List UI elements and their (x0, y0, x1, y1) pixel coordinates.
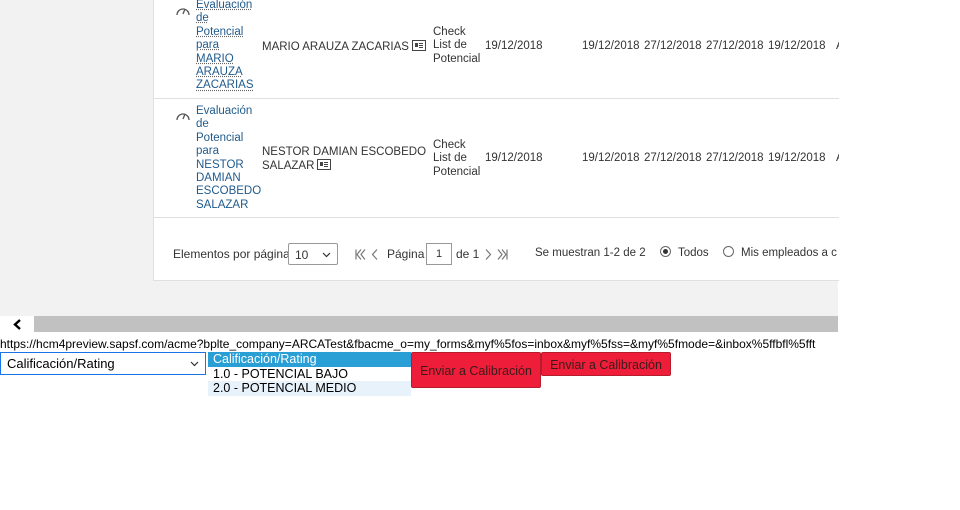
step-name: Check List de Potencial (433, 26, 481, 65)
employee-card-icon[interactable] (317, 159, 332, 171)
gauge-icon (176, 113, 190, 121)
date-cell: 19/12/2018 (582, 40, 640, 52)
step-name: Check List de Potencial (433, 139, 481, 178)
rating-option[interactable]: 1.0 - POTENCIAL BAJO (208, 366, 411, 381)
employee-name: NESTOR DAMIAN ESCOBEDO SALAZAR (262, 146, 427, 173)
employee-card-icon[interactable] (411, 40, 426, 51)
truncated-cell: A (836, 40, 839, 53)
truncated-cell: A (836, 152, 839, 165)
radio-all[interactable] (660, 246, 671, 257)
rating-dropdown-list: Calificación/Rating 1.0 - POTENCIAL BAJO… (208, 352, 411, 396)
page-label: Página (387, 247, 425, 261)
status-url: https://hcm4preview.sapsf.com/acme?bplte… (0, 337, 816, 351)
horizontal-scrollbar[interactable] (0, 316, 838, 332)
table-row[interactable]: Evaluación de Potencial para MARIO ARAUZ… (154, 0, 839, 99)
results-count: Se muestran 1-2 de 2 (535, 247, 646, 259)
forms-table: Evaluación de Potencial para MARIO ARAUZ… (153, 0, 839, 281)
first-page-icon[interactable] (355, 249, 367, 260)
date-cell: 27/12/2018 (706, 40, 764, 52)
form-title-link[interactable]: Evaluación de Potencial para MARIO ARAUZ… (196, 0, 254, 93)
date-cell: 27/12/2018 (644, 152, 702, 164)
radio-all-label: Todos (678, 247, 709, 259)
next-page-icon[interactable] (485, 249, 492, 260)
radio-my-employees-label: Mis empleados a c (741, 247, 837, 259)
date-cell: 27/12/2018 (706, 152, 764, 164)
rating-option[interactable]: Calificación/Rating (208, 352, 411, 367)
pagination-bar: Elementos por página 10 Página 1 de 1 Se… (154, 240, 839, 270)
send-to-calibration-button[interactable]: Enviar a Calibración (411, 352, 541, 388)
date-cell: 19/12/2018 (768, 40, 826, 52)
table-row[interactable]: Evaluación de Potencial para NESTOR DAMI… (154, 99, 839, 218)
items-per-page-select[interactable]: 10 (288, 243, 338, 265)
chevron-down-icon (190, 361, 199, 367)
items-per-page-label: Elementos por página (173, 247, 290, 261)
radio-my-employees[interactable] (723, 246, 734, 257)
page: Evaluación de Potencial para MARIO ARAUZ… (0, 0, 960, 510)
date-cell: 19/12/2018 (768, 152, 826, 164)
scroll-left-button[interactable] (0, 316, 34, 332)
chevron-left-icon (13, 319, 21, 330)
date-cell: 27/12/2018 (644, 40, 702, 52)
rating-option[interactable]: 2.0 - POTENCIAL MEDIO (208, 381, 411, 396)
date-cell: 19/12/2018 (485, 152, 543, 164)
employee-name: MARIO ARAUZA ZACARIAS (262, 40, 426, 54)
gauge-icon (176, 8, 190, 16)
date-cell: 19/12/2018 (582, 152, 640, 164)
form-title-link[interactable]: Evaluación de Potencial para NESTOR DAMI… (196, 105, 264, 212)
rating-select[interactable]: Calificación/Rating (0, 352, 206, 375)
send-to-calibration-button-2[interactable]: Enviar a Calibración (541, 352, 671, 376)
date-cell: 19/12/2018 (485, 40, 543, 52)
last-page-icon[interactable] (496, 249, 508, 260)
chevron-down-icon (322, 252, 331, 258)
page-number-input[interactable]: 1 (426, 243, 452, 265)
page-count-label: de 1 (456, 247, 480, 261)
previous-page-icon[interactable] (371, 249, 378, 260)
